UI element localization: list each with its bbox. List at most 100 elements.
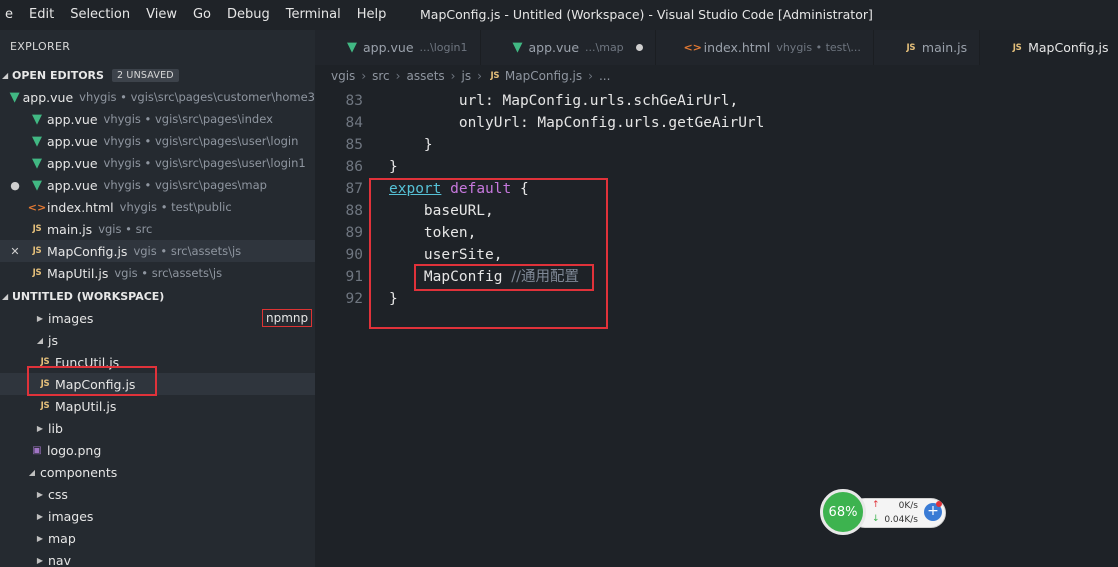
explorer-title: EXPLORER	[10, 40, 71, 53]
breadcrumb-item[interactable]: js	[461, 69, 471, 83]
tab-label: index.html	[703, 40, 771, 55]
code-line[interactable]: 84 onlyUrl: MapConfig.urls.getGeAirUrl	[315, 112, 1118, 134]
tree-file-logo-png[interactable]: ▣ logo.png	[0, 439, 315, 461]
open-editor-item[interactable]: ✕ JS MapConfig.js vgis • src\assets\js	[0, 240, 315, 262]
vue-icon: ▼	[32, 111, 42, 127]
file-path: vgis • src\assets\js	[133, 244, 242, 258]
menu-item-view[interactable]: View	[138, 0, 185, 30]
editor-tab-bar: ▼ app.vue ...\login1 ▼ app.vue ...\map <> index…	[315, 30, 1118, 65]
code-line[interactable]: 83 url: MapConfig.urls.schGeAirUrl,	[315, 90, 1118, 112]
line-number: 86	[345, 159, 363, 175]
html-icon: <>	[27, 200, 47, 214]
tab-app-vue[interactable]: ▼ app.vue ...\login1	[315, 30, 481, 65]
js-icon: JS	[1012, 42, 1022, 53]
open-editor-item[interactable]: JS main.js vgis • src	[0, 218, 315, 240]
unsaved-dot-icon[interactable]	[635, 44, 643, 51]
network-speed-widget[interactable]: 68% ↑ 0K/s ↓ 0.04K/s +	[820, 489, 948, 535]
tree-item-label: lib	[48, 420, 63, 436]
code-token: }	[389, 159, 398, 175]
open-editor-item[interactable]: ▼ app.vue vhygis • vgis\src\pages\index	[0, 108, 315, 130]
file-name: MapConfig.js	[47, 243, 128, 259]
breadcrumb-item[interactable]: ...	[599, 69, 610, 83]
code-line[interactable]: 86}	[315, 156, 1118, 178]
breadcrumb-item[interactable]: MapConfig.js	[505, 69, 582, 83]
close-icon[interactable]: ✕	[0, 245, 30, 258]
unsaved-dot-icon[interactable]: ●	[0, 179, 30, 192]
open-editor-item[interactable]: ● ▼ app.vue vhygis • vgis\src\pages\map	[0, 174, 315, 196]
tree-folder-nav[interactable]: ▶ nav	[0, 549, 315, 567]
line-number: 89	[345, 225, 363, 241]
menu-item-edit[interactable]: Edit	[21, 0, 62, 30]
tree-folder-js[interactable]: ◢ js	[0, 329, 315, 351]
line-number: 88	[345, 203, 363, 219]
code-line[interactable]: 85 }	[315, 134, 1118, 156]
vue-icon: ▼	[9, 89, 20, 105]
tree-item-label: nav	[48, 552, 71, 567]
open-editor-item[interactable]: ▼ app.vue vhygis • vgis\src\pages\customer…	[0, 86, 315, 108]
tab-main-js[interactable]: JS main.js	[874, 30, 981, 65]
upload-arrow-icon: ↑	[872, 500, 880, 510]
file-name: app.vue	[22, 89, 74, 105]
open-editor-item[interactable]: JS MapUtil.js vgis • src\assets\js	[0, 262, 315, 284]
code-token: }	[389, 137, 433, 153]
tree-item-label: images	[48, 508, 94, 524]
file-path: vhygis • vgis\src\pages\user\login1	[103, 156, 306, 170]
tree-file-maputil-js[interactable]: JS MapUtil.js	[0, 395, 315, 417]
file-name: app.vue	[47, 133, 98, 149]
breadcrumb-item[interactable]: assets	[406, 69, 444, 83]
vue-icon: ▼	[512, 40, 523, 55]
chevron-down-icon: ◢	[28, 467, 36, 477]
chevron-right-icon: ▶	[36, 489, 44, 499]
open-editors-header[interactable]: ◢ OPEN EDITORS 2 UNSAVED	[0, 64, 315, 86]
code-text: onlyUrl: MapConfig.urls.getGeAirUrl	[389, 112, 765, 134]
line-number: 87	[345, 181, 363, 197]
open-editor-item[interactable]: ▼ app.vue vhygis • vgis\src\pages\user\log…	[0, 130, 315, 152]
code-text: url: MapConfig.urls.schGeAirUrl,	[389, 90, 738, 112]
breadcrumb-separator: ›	[361, 69, 367, 83]
menu-item-terminal[interactable]: Terminal	[278, 0, 349, 30]
file-path: vhygis • vgis\src\pages\index	[103, 112, 273, 126]
breadcrumb-item[interactable]: src	[372, 69, 390, 83]
memory-percent-circle[interactable]: 68%	[820, 489, 866, 535]
tree-folder-map[interactable]: ▶ map	[0, 527, 315, 549]
file-name: app.vue	[47, 111, 98, 127]
menu-item-e[interactable]: e	[0, 0, 21, 30]
menu-item-selection[interactable]: Selection	[62, 0, 138, 30]
tab-label: app.vue	[528, 40, 580, 55]
code-text: }	[389, 134, 433, 156]
menu-item-help[interactable]: Help	[349, 0, 395, 30]
tab-mapconfig-js[interactable]: JSMapConfig.js✕	[980, 30, 1118, 65]
vue-icon: ▼	[347, 40, 357, 55]
menu-item-debug[interactable]: Debug	[219, 0, 278, 30]
download-speed: 0.04K/s	[884, 515, 918, 525]
open-editor-item[interactable]: ▼ app.vue vhygis • vgis\src\pages\user\log…	[0, 152, 315, 174]
tree-folder-css[interactable]: ▶ css	[0, 483, 315, 505]
breadcrumb-separator: ›	[588, 69, 593, 83]
file-path: vhygis • vgis\src\pages\map	[103, 178, 267, 192]
code-token: onlyUrl: MapConfig.urls.getGeAirUrl	[389, 115, 765, 131]
tree-folder-components[interactable]: ◢ components	[0, 461, 315, 483]
vue-icon: ▼	[32, 155, 42, 171]
breadcrumb-item[interactable]: vgis	[331, 69, 355, 83]
file-name: main.js	[47, 221, 93, 237]
unsaved-badge: 2 UNSAVED	[111, 68, 179, 82]
tab-index-html[interactable]: <> index.html vhygis • test\...	[656, 30, 874, 65]
file-path: vhygis • vgis\src\pages\user\login	[103, 134, 299, 148]
tree-item-label: components	[40, 464, 118, 480]
tree-folder-images[interactable]: ▶ images npmnp	[0, 307, 315, 329]
menu-item-go[interactable]: Go	[185, 0, 219, 30]
js-icon: JS	[490, 71, 500, 81]
js-icon: JS	[32, 224, 42, 234]
code-token: url: MapConfig.urls.schGeAirUrl,	[389, 93, 739, 109]
tab-app-vue[interactable]: ▼ app.vue ...\map	[481, 30, 656, 65]
vue-icon: ▼	[32, 133, 42, 149]
open-editors-list: ▼ app.vue vhygis • vgis\src\pages\customer…	[0, 86, 315, 284]
open-editor-item[interactable]: <> index.html vhygis • test\public	[0, 196, 315, 218]
tree-folder-lib[interactable]: ▶ lib	[0, 417, 315, 439]
workspace-header[interactable]: ◢ UNTITLED (WORKSPACE)	[0, 285, 315, 307]
tree-folder-images[interactable]: ▶ images	[0, 505, 315, 527]
tree-item-label: css	[48, 486, 68, 502]
highlight-export-block	[369, 178, 608, 329]
npm-badge: npmnp	[262, 309, 313, 327]
tree-item-label: images	[48, 310, 94, 326]
